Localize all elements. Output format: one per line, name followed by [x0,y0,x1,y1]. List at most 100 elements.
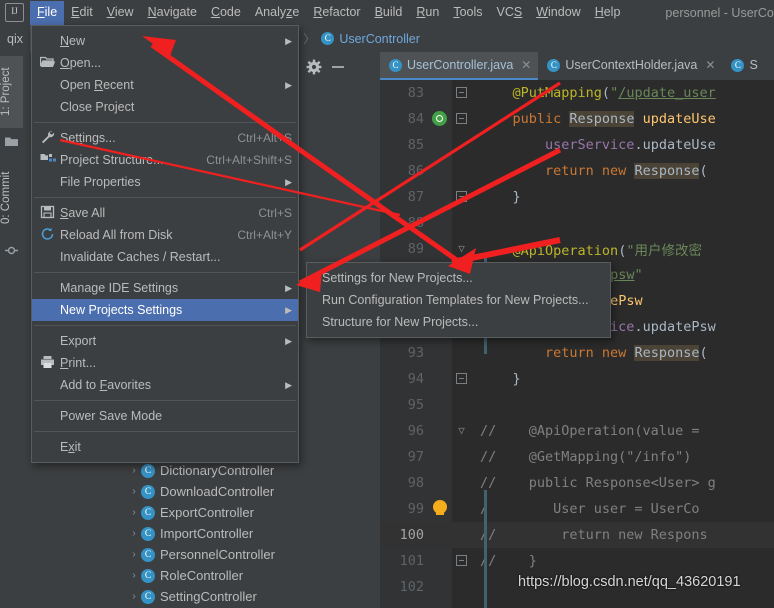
submenu-item[interactable]: Settings for New Projects... [307,267,610,289]
fold-marker-slot: ▽ [452,418,474,444]
chevron-right-icon[interactable]: › [127,507,141,518]
file-menu-item-label: Export [60,334,97,348]
file-menu-item[interactable]: Print... [32,352,298,374]
chevron-right-icon[interactable]: › [127,549,141,560]
tree-item[interactable]: › C DownloadController [23,481,380,502]
green-run-icon[interactable] [432,111,447,126]
fold-collapse-icon[interactable] [456,87,467,98]
no-icon [40,174,60,190]
fold-collapse-icon[interactable]: ▽ [455,424,468,437]
menu-window[interactable]: Window [529,1,587,25]
class-icon: C [141,526,155,541]
file-menu-item[interactable]: Project Structure... Ctrl+Alt+Shift+S [32,149,298,171]
sidebar-item-commit[interactable]: 0: Commit [0,160,23,236]
code-viewport[interactable]: 83 @PutMapping("/update_user 84 public Re… [380,80,774,608]
chevron-right-icon[interactable]: › [127,465,141,476]
class-icon: C [141,505,155,520]
watermark-text: https://blog.csdn.net/qq_43620191 [518,574,741,590]
wrench-icon [40,130,60,146]
fold-marker-slot [452,132,474,158]
tree-item[interactable]: › C ExportController [23,502,380,523]
file-menu-item-label: Invalidate Caches / Restart... [60,250,221,264]
line-number: 93 [407,345,424,361]
chevron-right-icon[interactable]: › [127,570,141,581]
save-icon [40,205,60,221]
commit-icon [5,244,18,255]
tree-item[interactable]: › C DictionaryController [23,460,380,481]
menu-vcs[interactable]: VCS [490,1,530,25]
code-line: 101 // } [380,548,774,574]
file-menu-item[interactable]: Add to Favorites ▶ [32,374,298,396]
sidebar-item-project[interactable]: 1: Project [0,56,23,128]
tree-item[interactable]: › C SettingController [23,586,380,607]
menu-separator [34,272,296,273]
file-menu-item[interactable]: Settings... Ctrl+Alt+S [32,127,298,149]
file-menu-item[interactable]: Close Project [32,96,298,118]
breadcrumb-class-name[interactable]: UserController [339,32,420,46]
gear-icon[interactable] [303,57,325,77]
bulb-icon[interactable] [433,500,447,515]
close-icon[interactable]: ✕ [705,58,715,72]
menu-help[interactable]: Help [588,1,628,25]
file-menu-item[interactable]: Invalidate Caches / Restart... [32,246,298,268]
project-tree: ›CBackupController›CDictionaryController… [23,439,380,608]
menu-separator [34,197,296,198]
code-line: 96 ▽ // @ApiOperation(value = [380,418,774,444]
fold-marker-slot [452,184,474,210]
file-menu-item[interactable]: Manage IDE Settings ▶ [32,277,298,299]
fold-collapse-icon[interactable]: ▽ [455,242,468,255]
minimize-icon[interactable] [327,57,349,77]
line-number: 99 [407,501,424,517]
fold-collapse-icon[interactable] [456,191,467,202]
submenu-item[interactable]: Structure for New Projects... [307,311,610,333]
file-menu-item[interactable]: Power Save Mode [32,405,298,427]
file-menu-item[interactable]: Reload All from Disk Ctrl+Alt+Y [32,224,298,246]
file-menu-item-label: Open... [60,56,102,70]
submenu-arrow-icon: ▶ [285,176,292,187]
file-menu-item[interactable]: New ▶ [32,30,298,52]
chevron-right-icon[interactable]: › [127,528,141,539]
menu-view[interactable]: View [100,1,141,25]
menu-file[interactable]: File [30,0,65,25]
menu-analyze[interactable]: Analyze [248,1,306,25]
class-icon: C [141,589,155,604]
file-menu-item[interactable]: Export ▶ [32,330,298,352]
menu-run[interactable]: Run [409,1,446,25]
close-icon[interactable]: ✕ [521,58,531,72]
menu-code[interactable]: Code [204,1,248,25]
tree-item[interactable]: › C RoleController [23,565,380,586]
tree-item[interactable]: › C ImportController [23,523,380,544]
line-number: 83 [407,85,424,101]
code-line: 86 return new Response( [380,158,774,184]
editor-tab[interactable]: C UserController.java ✕ [380,52,539,80]
menu-separator [34,400,296,401]
tree-item[interactable]: › C PersonnelController [23,544,380,565]
file-menu-item-label: Save All [60,206,106,220]
file-menu-item[interactable]: New Projects Settings ▶ [32,299,298,321]
menu-refactor[interactable]: Refactor [306,1,367,25]
menu-navigate[interactable]: Navigate [141,1,204,25]
no-icon [40,377,60,393]
file-menu-item-label: Open Recent [60,78,134,92]
code-line: 87 } [380,184,774,210]
line-number: 95 [407,397,424,413]
menu-build[interactable]: Build [368,1,410,25]
fold-collapse-icon[interactable] [456,373,467,384]
fold-marker-slot [452,210,474,236]
file-menu-item[interactable]: Open Recent ▶ [32,74,298,96]
fold-marker-slot [452,366,474,392]
chevron-right-icon[interactable]: › [127,486,141,497]
menu-tools[interactable]: Tools [446,1,489,25]
fold-collapse-icon[interactable] [456,113,467,124]
menu-edit[interactable]: Edit [64,1,100,25]
file-menu-item[interactable]: Exit [32,436,298,458]
editor-tab[interactable]: CS [722,52,764,80]
fold-collapse-icon[interactable] [456,555,467,566]
editor-tab[interactable]: C UserContextHolder.java ✕ [538,52,722,80]
file-menu-item[interactable]: Open... [32,52,298,74]
chevron-right-icon[interactable]: › [127,591,141,602]
submenu-item[interactable]: Run Configuration Templates for New Proj… [307,289,610,311]
file-menu-item[interactable]: File Properties ▶ [32,171,298,193]
code-text: @ApiOperation("用户修改密 [512,243,702,259]
file-menu-item[interactable]: Save All Ctrl+S [32,202,298,224]
